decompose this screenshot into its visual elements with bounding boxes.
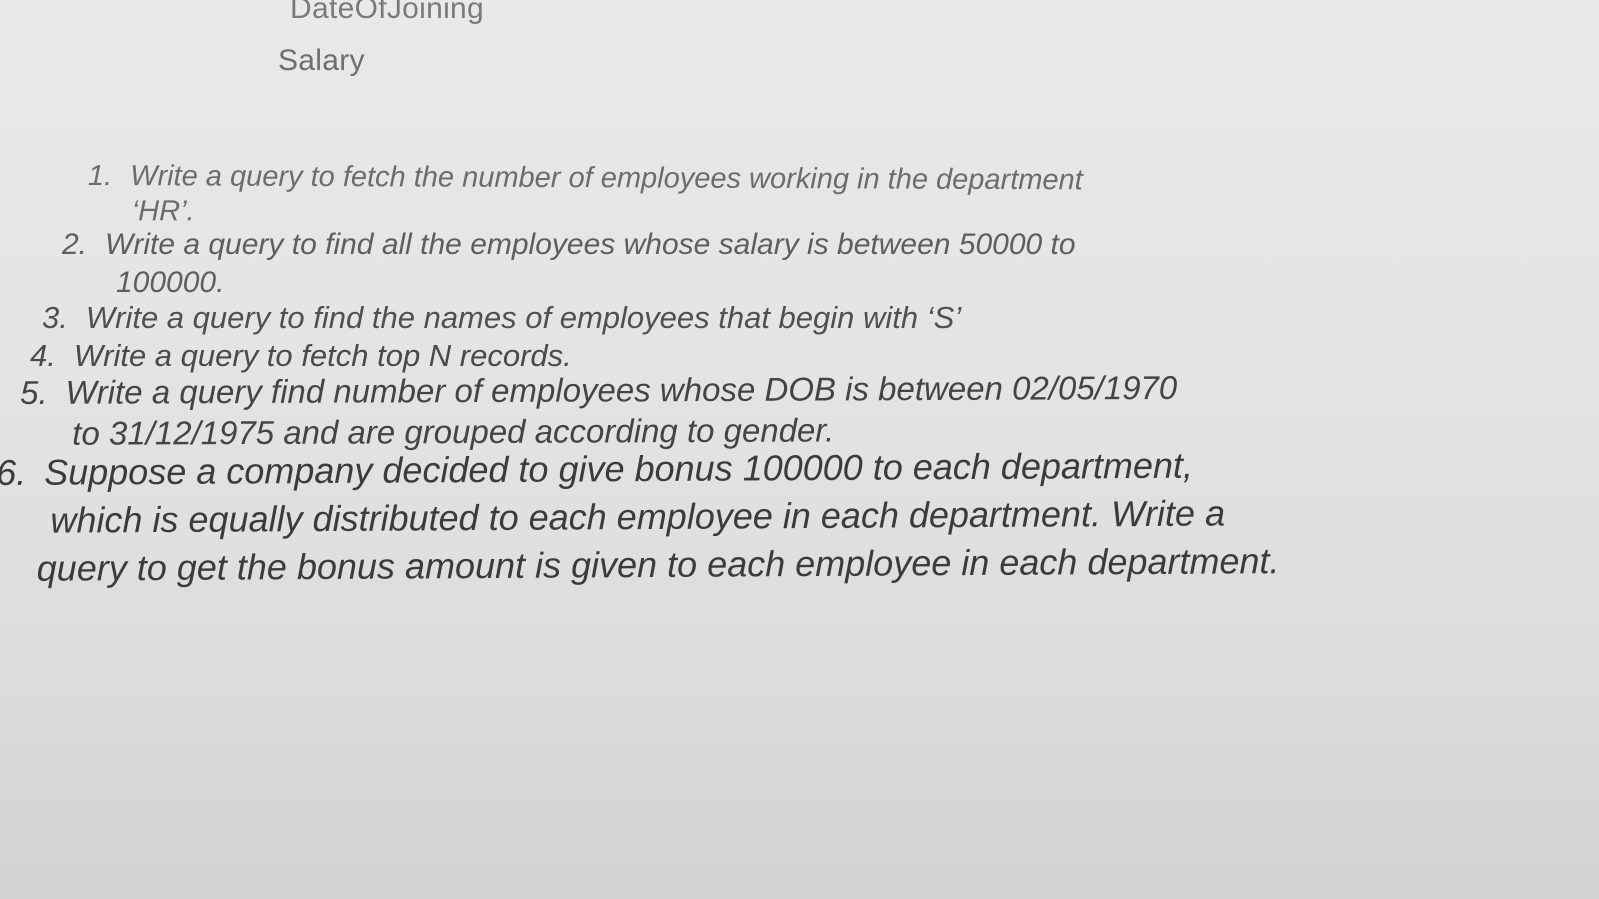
question-text: Write a query to find all the employees … — [105, 228, 1076, 261]
question-number: 4. — [30, 338, 56, 373]
question-text: Suppose a company decided to give bonus … — [44, 444, 1194, 493]
question-text: Write a query find number of employees w… — [65, 368, 1178, 411]
field-date-of-joining: DateOfJoining — [290, 0, 485, 25]
question-number: 2. — [62, 228, 88, 261]
document-page: DateOfJoining Salary 1. Write a query to … — [0, 0, 1599, 899]
question-text-continued: which is equally distributed to each emp… — [50, 492, 1226, 541]
question-text-continued: query to get the bonus amount is given t… — [36, 540, 1280, 589]
question-text: Write a query to find the names of emplo… — [85, 300, 962, 335]
question-1: 1. Write a query to fetch the number of e… — [88, 160, 1083, 232]
question-text-continued: 100000. — [116, 266, 225, 299]
question-3: 3. Write a query to find the names of emp… — [42, 300, 961, 336]
question-2: 2. Write a query to find all the employee… — [62, 228, 1076, 300]
field-salary: Salary — [278, 44, 365, 77]
question-text: Write a query to fetch top N records. — [73, 338, 572, 373]
question-number: 5. — [20, 373, 48, 411]
question-6: 6. Suppose a company decided to give bonu… — [0, 444, 1280, 590]
question-5: 5. Write a query find number of employees… — [20, 369, 1177, 453]
question-number: 6. — [0, 451, 27, 493]
question-4: 4. Write a query to fetch top N records. — [30, 338, 572, 374]
question-text-continued: ‘HR’. — [131, 195, 195, 228]
question-number: 1. — [87, 160, 113, 193]
question-text: Write a query to fetch the number of emp… — [130, 160, 1083, 197]
question-number: 3. — [42, 300, 68, 335]
